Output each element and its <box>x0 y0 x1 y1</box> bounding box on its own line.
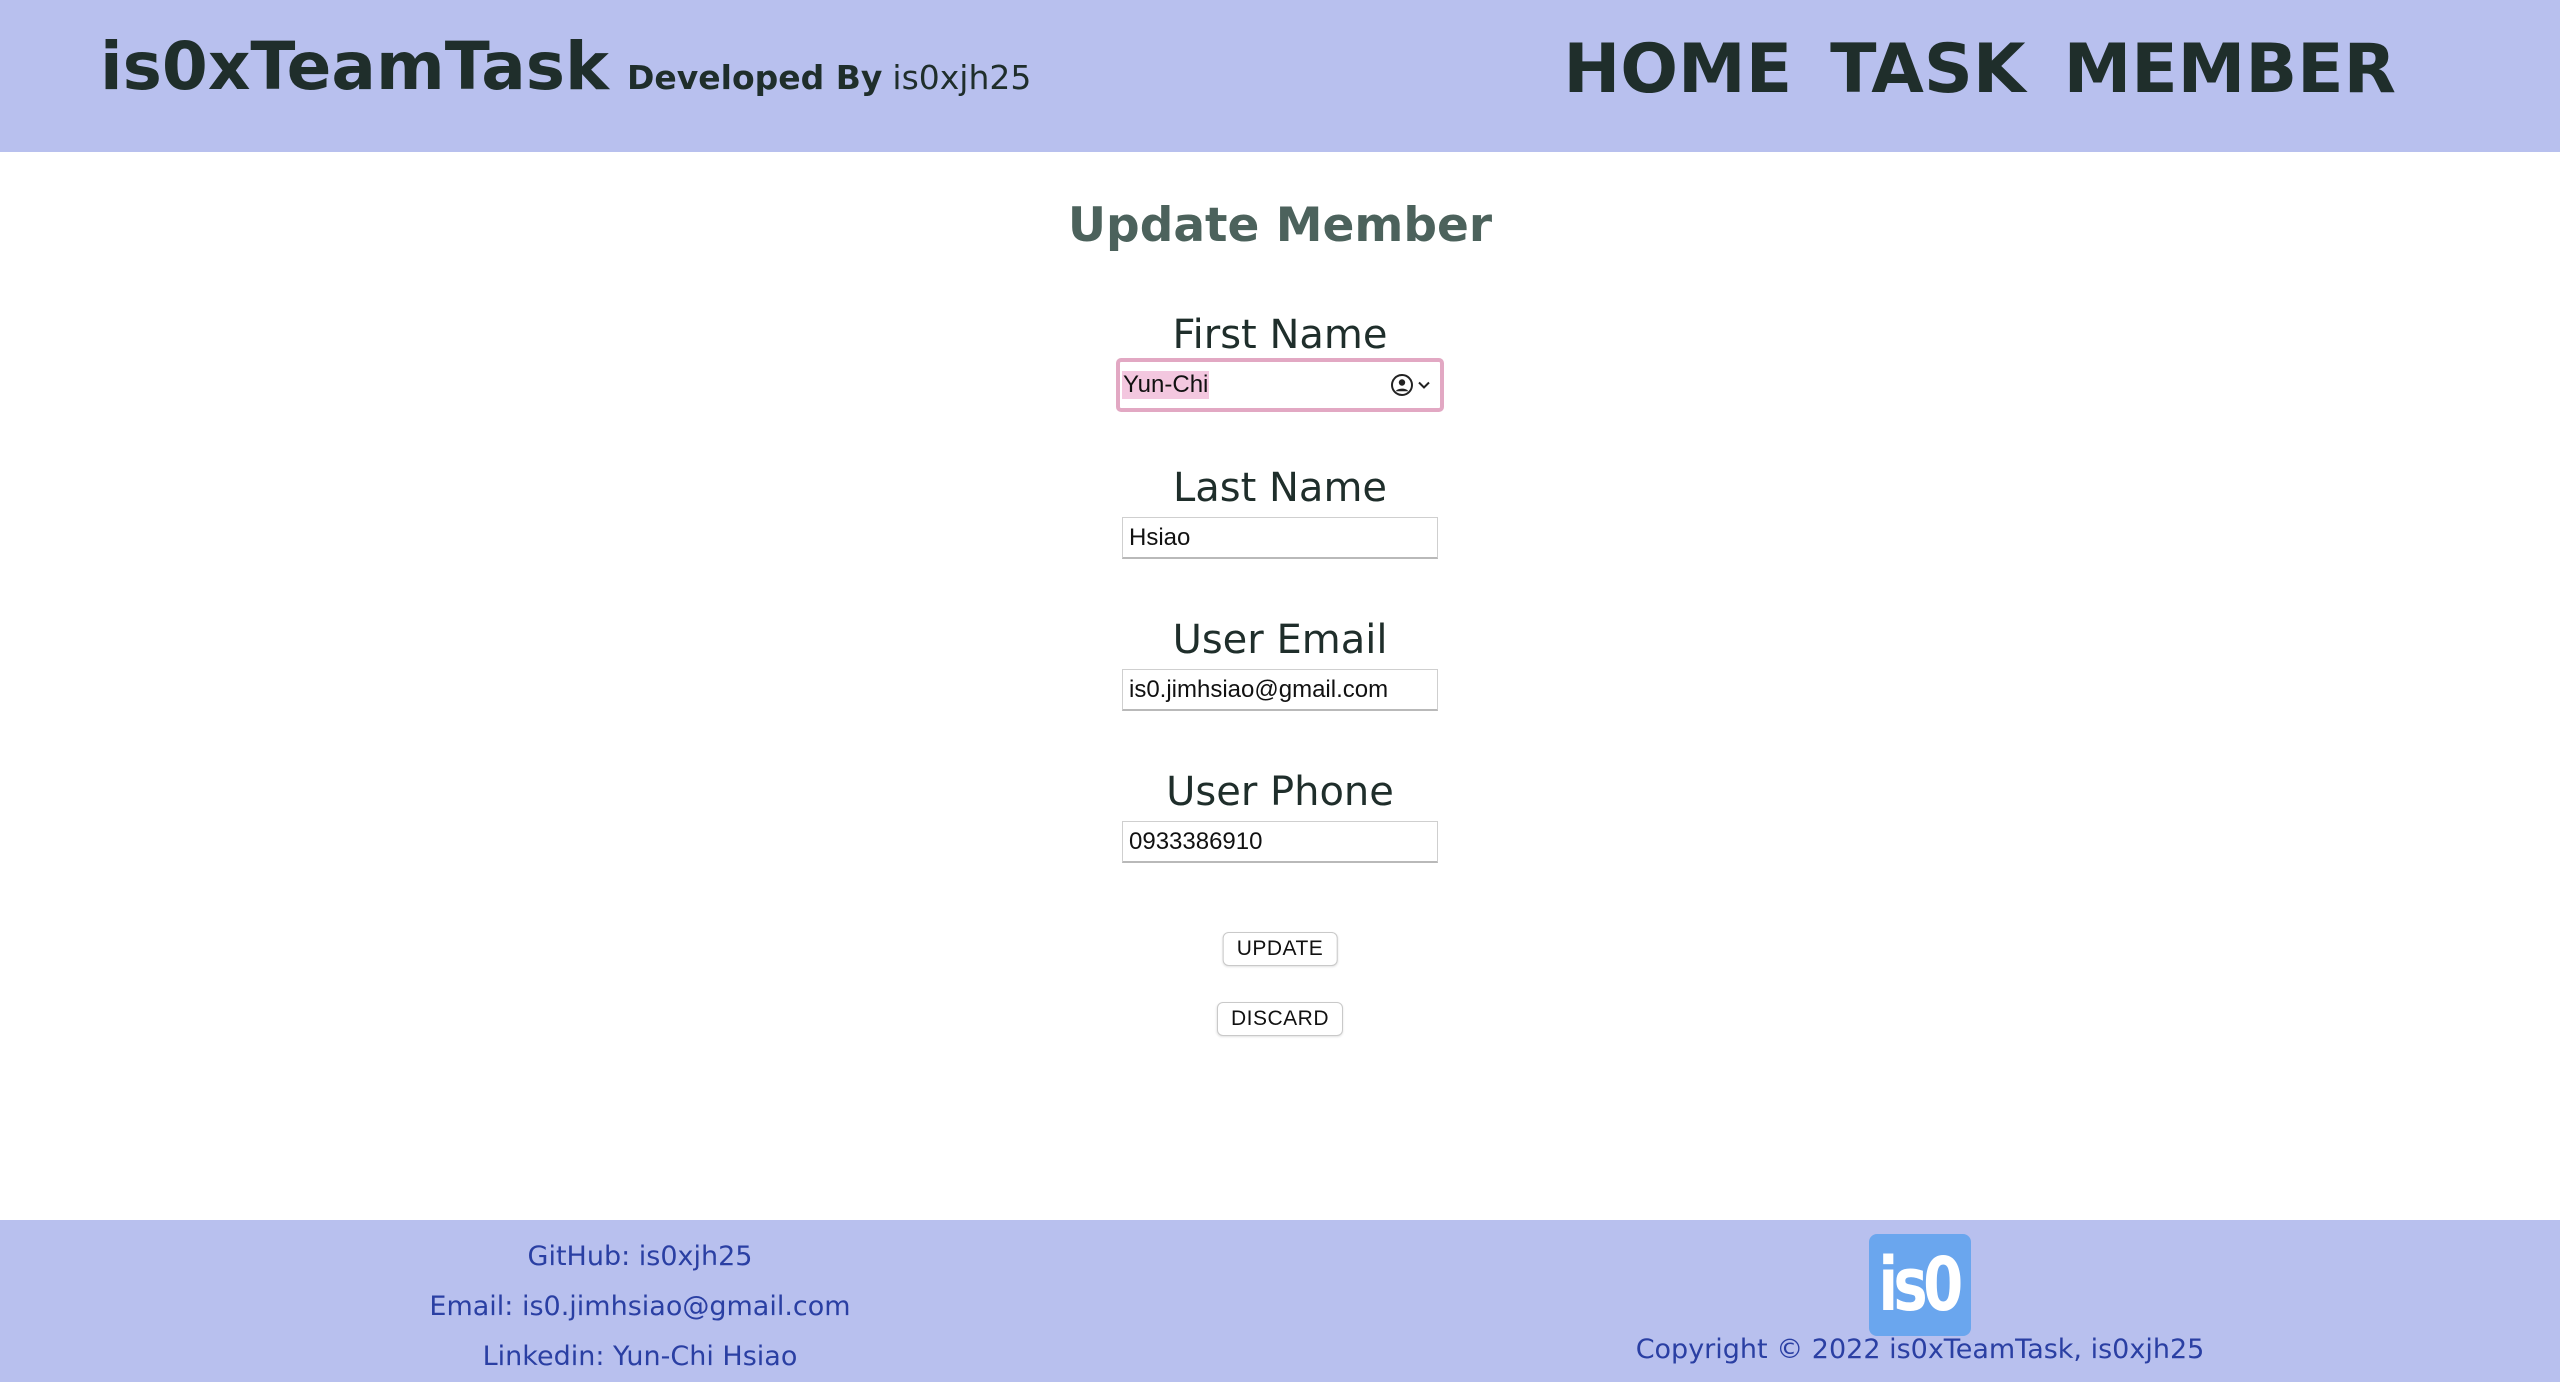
header-bar: is0xTeamTask Developed By is0xjh25 HOME … <box>0 0 2560 152</box>
last-name-input[interactable] <box>1122 517 1438 559</box>
discard-button[interactable]: DISCARD <box>1216 1002 1344 1036</box>
page-title: Update Member <box>1067 198 1493 253</box>
chevron-down-icon <box>1418 381 1430 389</box>
user-phone-input[interactable] <box>1122 821 1438 863</box>
developed-by-label: Developed By <box>626 58 883 97</box>
update-member-form: Update Member First Name Yun-Chi Last Na… <box>0 152 2560 1220</box>
last-name-label: Last Name <box>1172 465 1388 511</box>
email-link[interactable]: Email: is0.jimhsiao@gmail.com <box>390 1282 890 1332</box>
app-title[interactable]: is0xTeamTask <box>100 28 609 105</box>
first-name-value[interactable]: Yun-Chi <box>1122 371 1210 399</box>
first-name-field: First Name Yun-Chi <box>0 310 2560 416</box>
footer-bar: GitHub: is0xjh25 Email: is0.jimhsiao@gma… <box>0 1220 2560 1382</box>
github-link[interactable]: GitHub: is0xjh25 <box>390 1232 890 1282</box>
user-phone-text[interactable] <box>1129 822 1419 861</box>
user-phone-field: User Phone <box>0 767 2560 867</box>
update-button[interactable]: UPDATE <box>1222 932 1338 966</box>
user-phone-label: User Phone <box>1166 769 1394 815</box>
developer-name: is0xjh25 <box>892 58 1032 97</box>
user-circle-icon <box>1391 374 1413 396</box>
brand: is0xTeamTask Developed By is0xjh25 <box>100 28 1031 105</box>
first-name-input[interactable]: Yun-Chi <box>1116 358 1444 412</box>
nav-member[interactable]: MEMBER <box>2064 30 2396 109</box>
copyright-text: Copyright © 2022 is0xTeamTask, is0xjh25 <box>1635 1334 2205 1365</box>
user-email-field: User Email <box>0 615 2560 715</box>
linkedin-link[interactable]: Linkedin: Yun-Chi Hsiao <box>390 1332 890 1382</box>
first-name-label: First Name <box>1172 312 1388 358</box>
user-email-text[interactable] <box>1129 670 1419 709</box>
nav-task[interactable]: TASK <box>1830 30 2025 109</box>
autofill-button[interactable] <box>1390 373 1432 397</box>
user-email-label: User Email <box>1172 617 1388 663</box>
page: is0xTeamTask Developed By is0xjh25 HOME … <box>0 0 2560 1382</box>
user-email-input[interactable] <box>1122 669 1438 711</box>
contact-info: GitHub: is0xjh25 Email: is0.jimhsiao@gma… <box>390 1232 890 1382</box>
last-name-field: Last Name <box>0 463 2560 563</box>
nav-home[interactable]: HOME <box>1563 30 1792 109</box>
last-name-text[interactable] <box>1129 518 1419 557</box>
logo-text: is0 <box>1877 1242 1963 1328</box>
main-nav: HOME TASK MEMBER <box>1563 30 2396 109</box>
logo: is0 <box>1869 1234 1971 1336</box>
